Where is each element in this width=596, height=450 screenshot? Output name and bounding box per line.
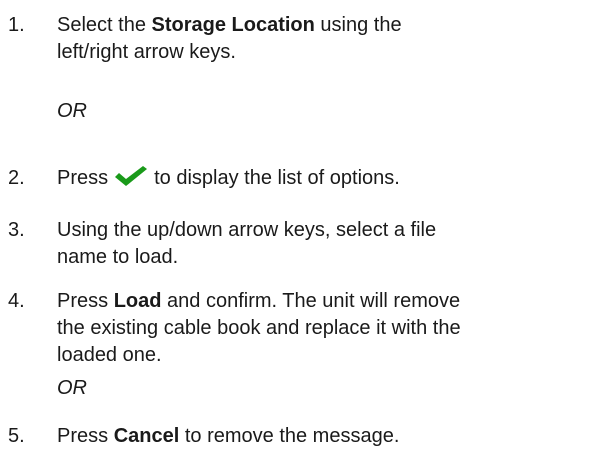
step-text: Press Load and confirm. The unit will re… (57, 290, 461, 366)
step-number: 2. (8, 167, 25, 189)
instruction-document: 1. Select the Storage Location using the… (0, 0, 596, 450)
storage-location-term: Storage Location (151, 14, 315, 36)
step-number: 3. (8, 219, 25, 241)
step-number: 1. (8, 14, 25, 36)
or-label: OR (57, 100, 87, 122)
step-text: Press Cancel to remove the message. (57, 425, 400, 447)
load-term: Load (113, 290, 162, 312)
cancel-term: Cancel (113, 425, 180, 447)
step-text: Select the Storage Location using the le… (57, 14, 402, 63)
green-check-icon (114, 165, 148, 187)
step-number: 4. (8, 290, 25, 312)
step-number: 5. (8, 425, 25, 447)
step-text: Using the up/down arrow keys, select a f… (57, 219, 437, 268)
or-label: OR (57, 377, 87, 399)
step-text: Press to display the list of options. (57, 165, 400, 189)
